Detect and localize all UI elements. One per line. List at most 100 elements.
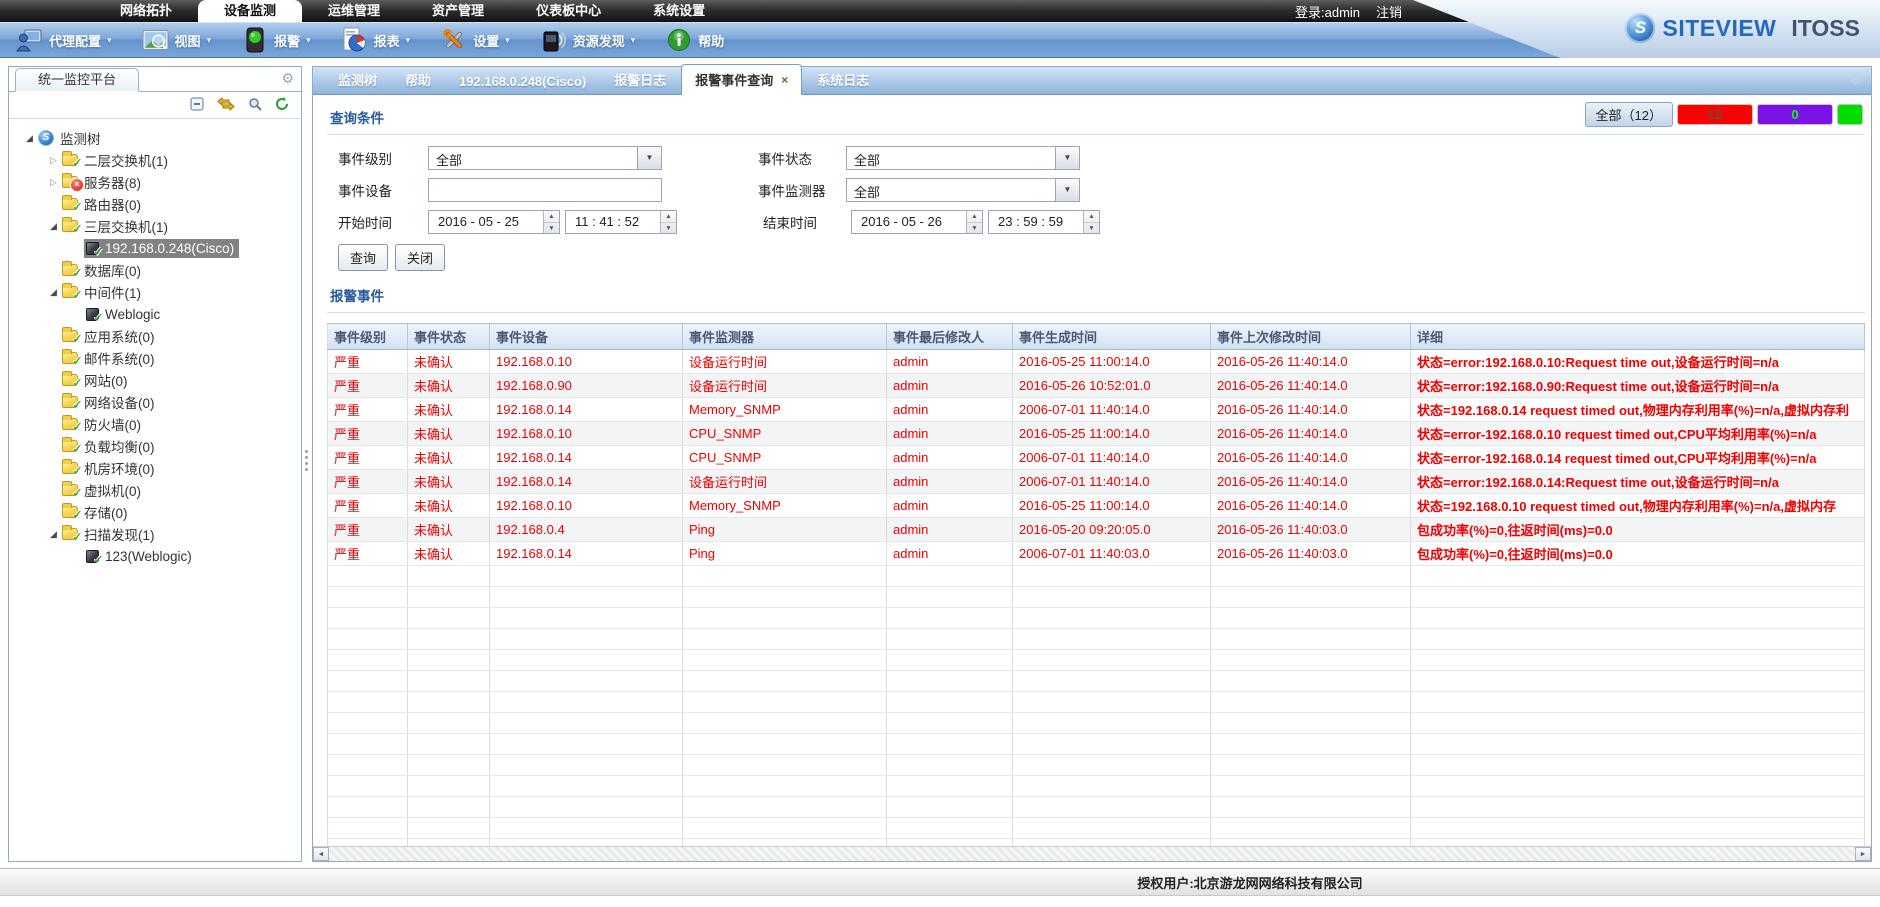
spinner-arrows-icon[interactable]: ▲▼ xyxy=(966,211,982,233)
gear-icon[interactable]: ⚙ xyxy=(1849,73,1862,87)
toolbar-button-alarm[interactable]: 报警 ▾ xyxy=(241,27,311,53)
tree-expander-icon[interactable] xyxy=(47,287,60,298)
end-time-spinner[interactable]: 23 : 59 : 59 ▲▼ xyxy=(988,210,1100,234)
scroll-left-icon[interactable]: ◄ xyxy=(313,847,329,861)
tree-item[interactable]: 扫描发现(1) xyxy=(15,523,301,545)
document-tab[interactable]: 系统日志 xyxy=(804,65,882,94)
column-header[interactable]: 详细 xyxy=(1411,324,1865,350)
document-tab[interactable]: 192.168.0.248(Cisco) xyxy=(446,69,599,94)
tree-item[interactable]: 123(Weblogic) xyxy=(15,545,301,567)
top-menu-item[interactable]: 资产管理 xyxy=(406,0,510,22)
tree-expander-icon[interactable] xyxy=(47,155,60,166)
event-level-cell: 严重 xyxy=(328,350,408,374)
event-row[interactable]: 严重 未确认 192.168.0.10 CPU_SNMP admin 2016-… xyxy=(328,422,1865,446)
tree-item[interactable]: Weblogic xyxy=(15,303,301,325)
toolbar-button-settings[interactable]: 设置 ▾ xyxy=(440,27,510,53)
badge-warning-count[interactable]: 0 xyxy=(1757,104,1833,125)
tree-item[interactable]: 存储(0) xyxy=(15,501,301,523)
collapse-icon[interactable] xyxy=(190,97,204,114)
event-level-select[interactable]: 全部 ▼ xyxy=(428,146,662,170)
top-menu-item[interactable]: 网络拓扑 xyxy=(94,0,198,22)
tree-item[interactable]: 虚拟机(0) xyxy=(15,479,301,501)
tree-item[interactable]: 防火墙(0) xyxy=(15,413,301,435)
chevron-down-icon: ▾ xyxy=(207,35,212,46)
tree-item[interactable]: 网站(0) xyxy=(15,369,301,391)
column-header[interactable]: 事件监测器 xyxy=(683,324,887,350)
search-icon[interactable] xyxy=(248,97,262,114)
search-button[interactable]: 查询 xyxy=(338,244,388,271)
tree-item[interactable]: 中间件(1) xyxy=(15,281,301,303)
event-row[interactable]: 严重 未确认 192.168.0.10 Memory_SNMP admin 20… xyxy=(328,494,1865,518)
sidebar-toolbar xyxy=(9,92,301,119)
tree-expander-icon[interactable] xyxy=(47,529,60,540)
tree-item[interactable]: 三层交换机(1) xyxy=(15,215,301,237)
document-tab[interactable]: 报警日志 xyxy=(601,65,679,94)
sidebar-tab-monitor-platform[interactable]: 统一监控平台 xyxy=(15,68,139,92)
toolbar-button-report[interactable]: 报表 ▾ xyxy=(341,27,411,53)
document-tab[interactable]: 监测树 xyxy=(325,65,390,94)
refresh-icon[interactable] xyxy=(275,97,289,114)
event-row[interactable]: 严重 未确认 192.168.0.90 设备运行时间 admin 2016-05… xyxy=(328,374,1865,398)
chevron-down-icon[interactable]: ▼ xyxy=(637,147,661,169)
column-header[interactable]: 事件最后修改人 xyxy=(887,324,1013,350)
chevron-down-icon[interactable]: ▼ xyxy=(1055,179,1079,201)
toolbar-button-agent-config[interactable]: 代理配置 ▾ xyxy=(16,27,112,53)
close-button[interactable]: 关闭 xyxy=(395,244,445,271)
column-header[interactable]: 事件生成时间 xyxy=(1013,324,1211,350)
gear-icon[interactable]: ⚙ xyxy=(281,72,294,86)
tree-item[interactable]: 网络设备(0) xyxy=(15,391,301,413)
spinner-arrows-icon[interactable]: ▲▼ xyxy=(660,211,676,233)
end-date-spinner[interactable]: 2016 - 05 - 26 ▲▼ xyxy=(851,210,983,234)
logout-link[interactable]: 注销 xyxy=(1376,2,1402,21)
tree-item[interactable]: 负载均衡(0) xyxy=(15,435,301,457)
event-row[interactable]: 严重 未确认 192.168.0.14 Memory_SNMP admin 20… xyxy=(328,398,1865,422)
start-date-spinner[interactable]: 2016 - 05 - 25 ▲▼ xyxy=(428,210,560,234)
spinner-arrows-icon[interactable]: ▲▼ xyxy=(543,211,559,233)
document-tab[interactable]: 帮助 xyxy=(392,65,444,94)
top-menu-item[interactable]: 系统设置 xyxy=(627,0,731,22)
top-menu-item[interactable]: 运维管理 xyxy=(302,0,406,22)
close-icon[interactable]: × xyxy=(781,75,788,85)
badge-all-count[interactable]: 全部（12） xyxy=(1585,102,1673,127)
event-row[interactable]: 严重 未确认 192.168.0.4 Ping admin 2016-05-20… xyxy=(328,518,1865,542)
toolbar-button-help[interactable]: 帮助 xyxy=(665,27,724,53)
scroll-right-icon[interactable]: ► xyxy=(1855,847,1871,861)
event-device-input[interactable] xyxy=(428,178,662,202)
top-menu-item[interactable]: 设备监测 xyxy=(198,0,302,22)
horizontal-scrollbar[interactable]: ◄ ► xyxy=(313,846,1871,861)
panel-splitter-handle[interactable] xyxy=(305,450,308,453)
column-header[interactable]: 事件设备 xyxy=(490,324,683,350)
tree-item[interactable]: 监测树 xyxy=(15,127,301,149)
toolbar-button-view[interactable]: 视图 ▾ xyxy=(142,27,212,53)
document-tab[interactable]: 报警事件查询 × xyxy=(681,64,802,95)
top-menu-item[interactable]: 仪表板中心 xyxy=(510,0,627,22)
tree-item[interactable]: 机房环境(0) xyxy=(15,457,301,479)
swap-arrows-icon[interactable] xyxy=(217,97,235,114)
badge-ok-count[interactable] xyxy=(1837,104,1863,125)
tree-item[interactable]: 邮件系统(0) xyxy=(15,347,301,369)
column-header[interactable]: 事件上次修改时间 xyxy=(1211,324,1411,350)
event-status-select[interactable]: 全部 ▼ xyxy=(846,146,1080,170)
tree-item[interactable]: 路由器(0) xyxy=(15,193,301,215)
column-header[interactable]: 事件级别 xyxy=(328,324,408,350)
tree-item[interactable]: 应用系统(0) xyxy=(15,325,301,347)
tree-item[interactable]: 192.168.0.248(Cisco) xyxy=(15,237,301,259)
column-header[interactable]: 事件状态 xyxy=(408,324,490,350)
empty-row xyxy=(328,713,1865,734)
tree-item[interactable]: 数据库(0) xyxy=(15,259,301,281)
event-row[interactable]: 严重 未确认 192.168.0.10 设备运行时间 admin 2016-05… xyxy=(328,350,1865,374)
event-monitor-select[interactable]: 全部 ▼ xyxy=(846,178,1080,202)
event-row[interactable]: 严重 未确认 192.168.0.14 CPU_SNMP admin 2006-… xyxy=(328,446,1865,470)
tree-expander-icon[interactable] xyxy=(23,133,36,144)
tree-expander-icon[interactable] xyxy=(47,177,60,188)
toolbar-button-discovery[interactable]: 资源发现 ▾ xyxy=(540,27,636,53)
event-row[interactable]: 严重 未确认 192.168.0.14 Ping admin 2006-07-0… xyxy=(328,542,1865,566)
tree-expander-icon[interactable] xyxy=(47,221,60,232)
tree-item[interactable]: 二层交换机(1) xyxy=(15,149,301,171)
chevron-down-icon[interactable]: ▼ xyxy=(1055,147,1079,169)
start-time-spinner[interactable]: 11 : 41 : 52 ▲▼ xyxy=(565,210,677,234)
badge-critical-count[interactable]: 12 xyxy=(1677,104,1753,125)
tree-item[interactable]: 服务器(8) xyxy=(15,171,301,193)
spinner-arrows-icon[interactable]: ▲▼ xyxy=(1083,211,1099,233)
event-row[interactable]: 严重 未确认 192.168.0.14 设备运行时间 admin 2006-07… xyxy=(328,470,1865,494)
